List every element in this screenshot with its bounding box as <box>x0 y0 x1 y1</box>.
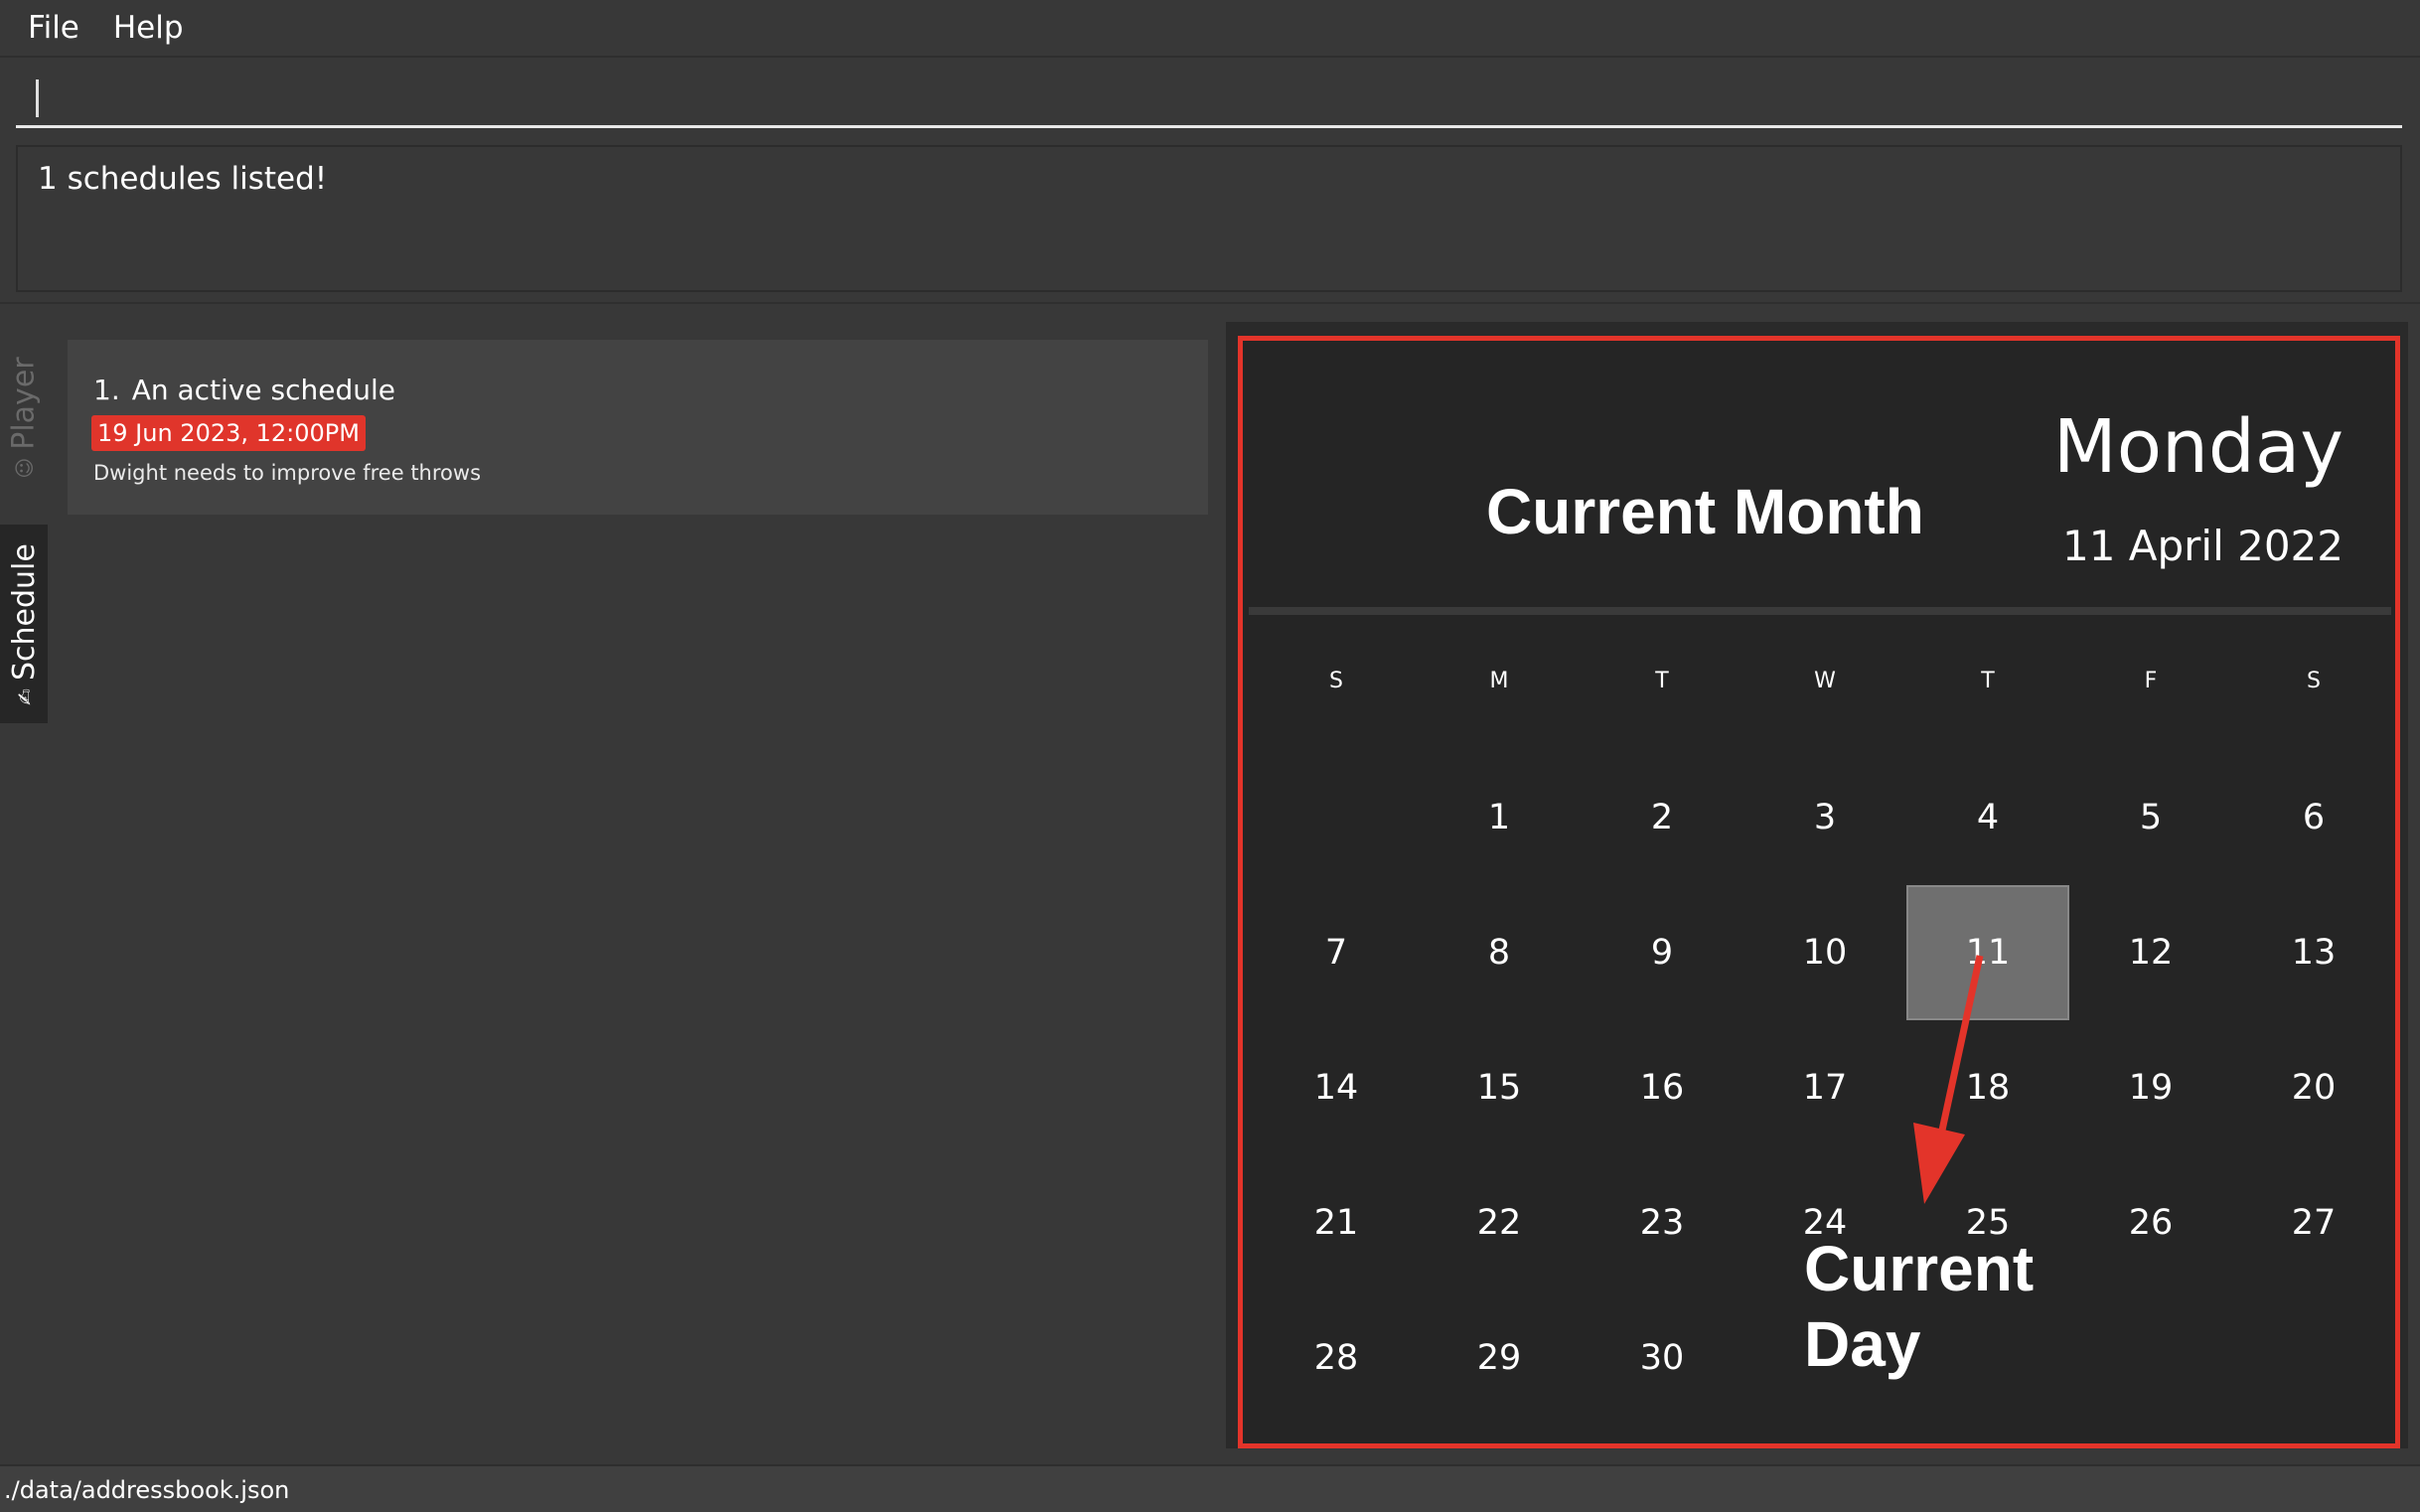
schedule-list: 1. An active schedule 19 Jun 2023, 12:00P… <box>68 338 1208 1450</box>
calendar-day[interactable]: 20 <box>2232 1020 2395 1155</box>
weekday-header: T <box>1655 669 1669 693</box>
calendar-day[interactable]: 12 <box>2069 885 2232 1020</box>
calendar-day-today[interactable]: 11 <box>1906 885 2069 1020</box>
schedule-icon: ✍ <box>12 687 36 705</box>
calendar-day[interactable]: 22 <box>1418 1155 1581 1290</box>
section-divider <box>0 302 2420 304</box>
tab-player[interactable]: ☺ Player <box>0 338 48 497</box>
calendar-day[interactable]: 1 <box>1418 750 1581 885</box>
calendar-day[interactable]: 16 <box>1581 1020 1743 1155</box>
calendar-day[interactable]: 5 <box>2069 750 2232 885</box>
text-caret <box>36 79 39 117</box>
calendar-day[interactable]: 13 <box>2232 885 2395 1020</box>
status-bar: ./data/addressbook.json <box>0 1464 2420 1512</box>
weekday-header: F <box>2144 669 2158 693</box>
calendar-day[interactable]: 30 <box>1581 1290 1743 1426</box>
weekday-header: M <box>1489 669 1509 693</box>
calendar-day[interactable]: 27 <box>2232 1155 2395 1290</box>
menu-help[interactable]: Help <box>99 10 198 46</box>
calendar-day[interactable]: 2 <box>1581 750 1743 885</box>
weekday-header: W <box>1814 669 1836 693</box>
status-file-path: ./data/addressbook.json <box>4 1476 290 1504</box>
calendar-header-divider <box>1249 607 2391 615</box>
weekday-header: S <box>2307 669 2321 693</box>
calendar-day[interactable]: 18 <box>1906 1020 2069 1155</box>
calendar-day[interactable]: 3 <box>1743 750 1906 885</box>
weekday-header: S <box>1329 669 1343 693</box>
menu-file[interactable]: File <box>14 10 93 46</box>
command-input[interactable] <box>16 68 2402 128</box>
result-display: 1 schedules listed! <box>16 145 2402 292</box>
schedule-datetime-badge: 19 Jun 2023, 12:00PM <box>91 415 366 451</box>
menu-bar: File Help <box>0 0 2420 58</box>
calendar-day[interactable]: 15 <box>1418 1020 1581 1155</box>
calendar-day[interactable]: 10 <box>1743 885 1906 1020</box>
schedule-description: Dwight needs to improve free throws <box>93 461 482 485</box>
calendar-day[interactable]: 17 <box>1743 1020 1906 1155</box>
calendar-day[interactable]: 7 <box>1255 885 1418 1020</box>
annotation-current-day: Current Day <box>1804 1233 2035 1380</box>
weekday-header: T <box>1981 669 1995 693</box>
calendar-day[interactable]: 23 <box>1581 1155 1743 1290</box>
result-message: 1 schedules listed! <box>38 161 328 197</box>
schedule-title-text: An active schedule <box>131 374 396 406</box>
calendar-day[interactable]: 29 <box>1418 1290 1581 1426</box>
schedule-title: 1. An active schedule <box>93 374 395 406</box>
schedule-card[interactable]: 1. An active schedule 19 Jun 2023, 12:00P… <box>68 340 1208 515</box>
calendar-day-name: Monday <box>2052 404 2344 490</box>
schedule-index: 1. <box>93 374 120 406</box>
annotation-current-month: Current Month <box>1486 476 1924 547</box>
calendar-day[interactable]: 21 <box>1255 1155 1418 1290</box>
calendar-day[interactable]: 28 <box>1255 1290 1418 1426</box>
player-icon: ☺ <box>12 457 36 479</box>
tab-schedule[interactable]: ✍ Schedule <box>0 525 48 723</box>
calendar-day[interactable]: 8 <box>1418 885 1581 1020</box>
calendar-full-date: 11 April 2022 <box>2061 522 2344 570</box>
calendar-day[interactable]: 14 <box>1255 1020 1418 1155</box>
app-window: File Help 1 schedules listed! ☺ Player ✍… <box>0 0 2420 1512</box>
calendar-day[interactable]: 26 <box>2069 1155 2232 1290</box>
calendar-day[interactable]: 6 <box>2232 750 2395 885</box>
calendar-day[interactable]: 9 <box>1581 885 1743 1020</box>
calendar-day[interactable]: 4 <box>1906 750 2069 885</box>
calendar-day[interactable]: 19 <box>2069 1020 2232 1155</box>
tab-schedule-label: Schedule <box>6 542 42 680</box>
tab-player-label: Player <box>6 356 42 450</box>
